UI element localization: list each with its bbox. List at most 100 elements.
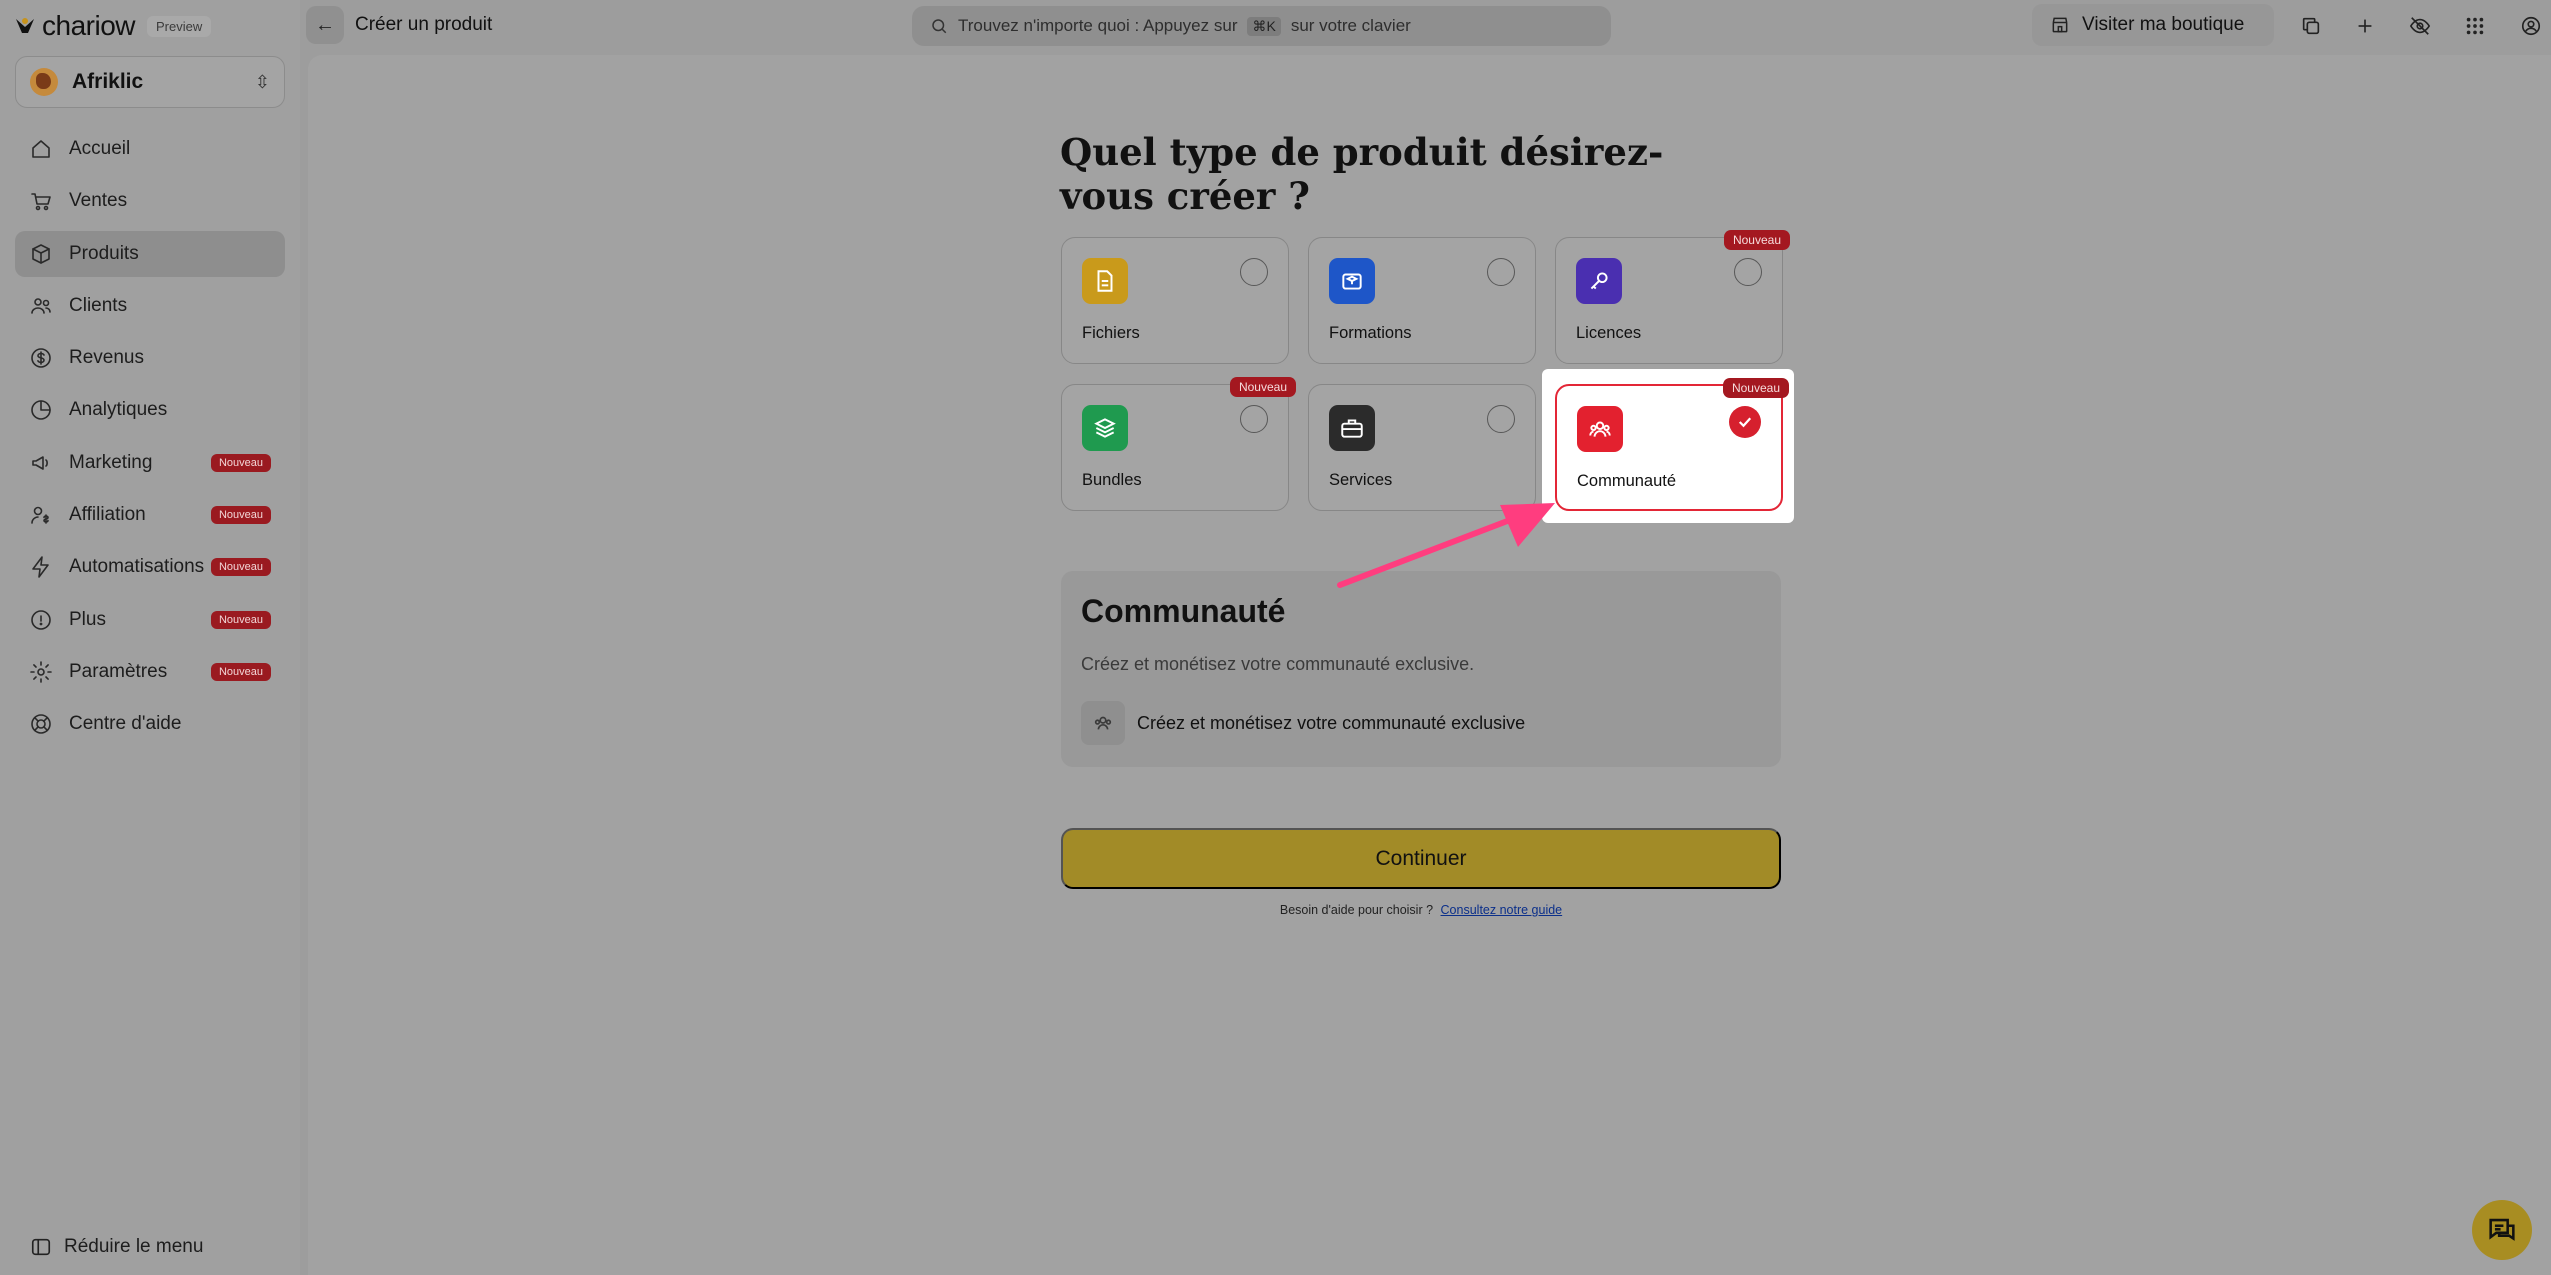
product-type-label: Services <box>1329 471 1393 489</box>
sidebar-item-clients[interactable]: Clients <box>15 283 285 329</box>
sidebar-item-label: Analytiques <box>69 399 168 421</box>
box-icon <box>29 242 53 266</box>
sidebar-item-label: Plus <box>69 608 106 630</box>
sidebar-item-produits[interactable]: Produits <box>15 230 285 277</box>
sidebar-item-affiliation[interactable]: Affiliation Nouveau <box>15 492 285 538</box>
product-type-label: Formations <box>1329 324 1412 342</box>
new-badge: Nouveau <box>210 558 271 577</box>
sidebar-item-label: Affiliation <box>69 504 146 526</box>
visit-store-label: Visiter ma boutique <box>2082 14 2245 35</box>
affiliate-icon <box>29 503 53 527</box>
help-icon <box>29 712 53 736</box>
product-type-fichiers[interactable]: Fichiers <box>1061 237 1289 364</box>
visit-store-button[interactable]: Visiter ma boutique <box>2032 4 2274 46</box>
workspace-name: Afriklic <box>72 70 144 93</box>
sidebar-collapse-icon <box>31 1238 51 1256</box>
search-shortcut: ⌘K <box>1247 16 1281 36</box>
sidebar-item-analytiques[interactable]: Analytiques <box>15 387 285 433</box>
bolt-icon <box>29 555 53 579</box>
product-type-label: Fichiers <box>1082 324 1140 342</box>
new-badge: Nouveau <box>210 506 271 525</box>
sidebar-item-ventes[interactable]: Ventes <box>15 178 285 224</box>
radio-fichiers[interactable] <box>1240 258 1268 286</box>
eye-off-icon[interactable] <box>2402 8 2438 44</box>
apps-grid-icon[interactable] <box>2457 8 2493 44</box>
product-type-communaute[interactable]: Communauté Nouveau <box>1555 378 1789 511</box>
new-badge: Nouveau <box>1722 378 1789 398</box>
megaphone-icon <box>29 451 53 475</box>
user-account-icon[interactable] <box>2513 8 2549 44</box>
page-title: Créer un produit <box>355 14 493 35</box>
help-text: Besoin d'aide pour choisir ? <box>1279 903 1434 917</box>
back-button[interactable]: ← <box>306 6 344 44</box>
sidebar-item-automatisations[interactable]: Automatisations Nouveau <box>15 544 285 590</box>
preview-tag: Preview <box>146 15 212 37</box>
page-question: Quel type de produit désirez-vous créer … <box>1060 130 1664 218</box>
search-placeholder: Trouvez n'importe quoi : Appuyez sur <box>958 16 1238 35</box>
description-title: Communauté <box>1081 593 1286 629</box>
layers-icon <box>1082 405 1128 451</box>
topbar: ← Créer un produit Trouvez n'importe quo… <box>300 0 2551 52</box>
search-icon <box>932 19 947 34</box>
help-line: Besoin d'aide pour choisir ? Consultez n… <box>1061 903 1781 917</box>
continue-button[interactable]: Continuer <box>1061 828 1781 889</box>
sidebar-item-label: Clients <box>69 294 128 316</box>
brand[interactable]: chariow Preview <box>14 10 212 42</box>
product-type-bundles[interactable]: Bundles Nouveau <box>1061 377 1296 511</box>
users-icon <box>29 294 53 318</box>
workspace-switcher[interactable]: Afriklic ⇳ <box>15 56 285 108</box>
radio-formations[interactable] <box>1487 258 1515 286</box>
sidebar-item-label: Ventes <box>69 190 128 212</box>
sidebar-item-label: Automatisations <box>69 556 205 578</box>
more-icon <box>29 608 53 632</box>
chat-support-button[interactable] <box>2472 1200 2532 1260</box>
sidebar-item-marketing[interactable]: Marketing Nouveau <box>15 440 285 486</box>
gear-icon <box>29 660 53 684</box>
home-icon <box>29 137 53 161</box>
guide-link[interactable]: Consultez notre guide <box>1441 903 1563 917</box>
description-feature: Créez et monétisez votre communauté excl… <box>1081 701 1525 745</box>
file-icon <box>1082 258 1128 304</box>
description-feature-text: Créez et monétisez votre communauté excl… <box>1137 712 1526 733</box>
product-type-label: Bundles <box>1082 471 1142 489</box>
description-subtitle: Créez et monétisez votre communauté excl… <box>1081 654 1475 674</box>
store-icon <box>2052 17 2068 33</box>
sidebar-item-label: Marketing <box>69 451 153 473</box>
sidebar-item-revenus[interactable]: Revenus <box>15 335 285 381</box>
chart-icon <box>29 398 53 422</box>
sidebar-item-label: Paramètres <box>69 660 168 682</box>
sidebar-item-label: Centre d'aide <box>69 713 182 735</box>
product-type-services[interactable]: Services <box>1308 384 1536 511</box>
brand-name: chariow <box>42 10 135 41</box>
sidebar-nav: Accueil Ventes Produits Clients Revenus Analy… <box>15 126 285 754</box>
copy-icon[interactable] <box>2293 8 2329 44</box>
radio-bundles[interactable] <box>1240 405 1268 433</box>
sidebar-item-label: Revenus <box>69 347 144 369</box>
sidebar-item-param-tres[interactable]: Paramètres Nouveau <box>15 649 285 695</box>
sidebar-item-plus[interactable]: Plus Nouveau <box>15 597 285 643</box>
briefcase-icon <box>1329 405 1375 451</box>
new-badge: Nouveau <box>210 610 271 629</box>
radio-licences[interactable] <box>1734 258 1762 286</box>
search-input[interactable]: Trouvez n'importe quoi : Appuyez sur ⌘K … <box>912 6 1611 46</box>
radio-services[interactable] <box>1487 405 1515 433</box>
new-badge: Nouveau <box>210 453 271 472</box>
new-badge: Nouveau <box>1723 230 1790 250</box>
collapse-menu-label: Réduire le menu <box>64 1236 204 1257</box>
chat-icon <box>2489 1218 2515 1241</box>
new-badge: Nouveau <box>210 662 271 681</box>
product-type-label: Licences <box>1576 324 1642 342</box>
sidebar: chariow Preview Afriklic ⇳ Accueil Ventes… <box>0 0 300 1275</box>
check-icon[interactable] <box>1729 406 1761 438</box>
product-type-label: Communauté <box>1577 472 1677 490</box>
product-type-formations[interactable]: Formations <box>1308 237 1536 364</box>
search-placeholder-suffix: sur votre clavier <box>1290 16 1411 35</box>
arrow-left-icon: ← <box>315 13 335 36</box>
product-type-licences[interactable]: Licences Nouveau <box>1555 230 1790 364</box>
sidebar-item-accueil[interactable]: Accueil <box>15 126 285 172</box>
money-icon <box>29 346 53 370</box>
plus-icon[interactable] <box>2347 8 2383 44</box>
collapse-menu-button[interactable]: Réduire le menu <box>30 1236 203 1258</box>
sidebar-item-centre-d-aide[interactable]: Centre d'aide <box>15 701 285 747</box>
community-icon <box>1081 701 1125 745</box>
